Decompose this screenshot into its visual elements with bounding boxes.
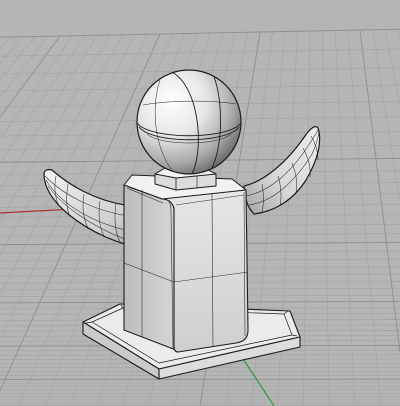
- sphere[interactable]: [136, 69, 242, 175]
- perspective-viewport[interactable]: [0, 0, 400, 406]
- body-box[interactable]: [123, 174, 249, 353]
- grid-line: [0, 389, 400, 391]
- viewport-canvas[interactable]: [0, 0, 400, 406]
- grid-line: [0, 378, 400, 380]
- grid-line: [0, 386, 400, 387]
